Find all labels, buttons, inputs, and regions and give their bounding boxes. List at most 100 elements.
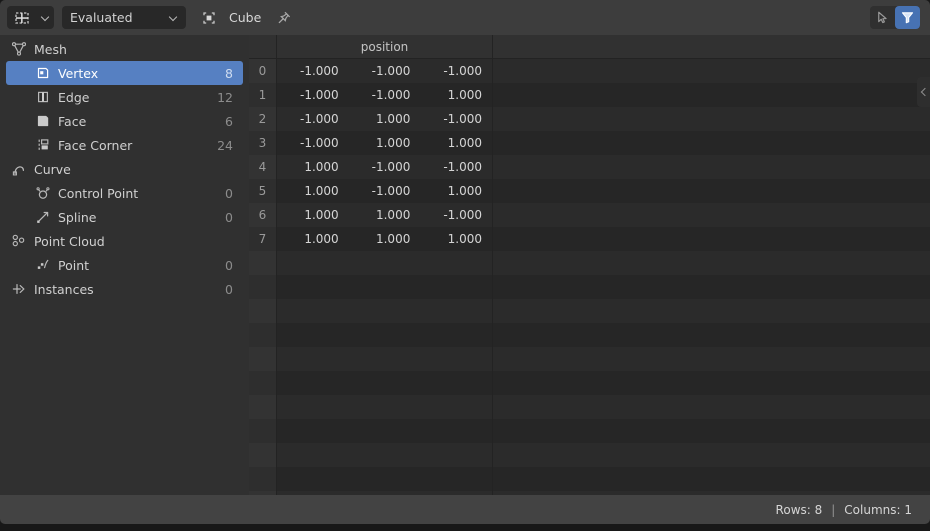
row-index-cell-empty: [249, 323, 277, 347]
position-value-cell: 1.000: [277, 203, 349, 227]
position-value-cell: -1.000: [420, 107, 493, 131]
object-data-icon: [200, 9, 218, 27]
index-column-header: [249, 35, 277, 58]
table-row[interactable]: 2 -1.000 1.000 -1.000: [249, 107, 930, 131]
sidebar-item-label: Control Point: [58, 185, 139, 201]
sidebar-item-count: 0: [225, 257, 233, 273]
table-body: 0 -1.000 -1.000 -1.000 1 -1.000 -1.000 1.000 2 -1…: [249, 59, 930, 495]
chevron-left-icon: [920, 87, 929, 97]
filter-funnel-icon: [901, 12, 914, 24]
sidebar-item-control-point[interactable]: Control Point 0: [6, 181, 243, 205]
position-value-cell-empty: [348, 443, 421, 467]
position-value-cell-empty: [348, 323, 421, 347]
position-value-cell-empty: [420, 275, 493, 299]
position-value-cell-empty: [348, 275, 421, 299]
sidebar-item-curve[interactable]: Curve: [6, 157, 243, 181]
row-empty-area: [493, 227, 930, 251]
row-empty-area: [493, 323, 930, 347]
spreadsheet-editor-icon: [13, 9, 31, 27]
position-value-cell-empty: [348, 371, 421, 395]
row-index-cell: 1: [249, 83, 277, 107]
table-row[interactable]: 0 -1.000 -1.000 -1.000: [249, 59, 930, 83]
position-value-cell: 1.000: [348, 203, 421, 227]
position-value-cell: 1.000: [277, 155, 349, 179]
table-row[interactable]: 4 1.000 -1.000 -1.000: [249, 155, 930, 179]
row-empty-area: [493, 467, 930, 491]
position-value-cell-empty: [277, 419, 349, 443]
sidebar-item-label: Instances: [34, 281, 94, 297]
row-index-cell-empty: [249, 251, 277, 275]
position-value-cell: 1.000: [420, 131, 493, 155]
sidebar-item-label: Spline: [58, 209, 97, 225]
empty-column-header: [493, 35, 930, 58]
position-value-cell-empty: [348, 419, 421, 443]
edge-icon: [34, 88, 52, 106]
table-row[interactable]: 6 1.000 1.000 -1.000: [249, 203, 930, 227]
position-value-cell: -1.000: [420, 155, 493, 179]
row-index-cell: 2: [249, 107, 277, 131]
row-index-cell-empty: [249, 275, 277, 299]
mesh-data-icon: [10, 40, 28, 58]
position-value-cell: -1.000: [277, 59, 349, 83]
pinned-object-display[interactable]: Cube: [200, 9, 261, 27]
sidebar-item-count: 0: [225, 185, 233, 201]
position-cell-group-empty: [277, 275, 493, 299]
position-value-cell-empty: [277, 467, 349, 491]
sidebar-item-vertex[interactable]: Vertex 8: [6, 61, 243, 85]
spreadsheet-editor: Evaluated Cube Mesh Vertex 8 Edge 12 Fac…: [0, 0, 930, 531]
point-cloud-icon: [10, 232, 28, 250]
pin-button[interactable]: [274, 8, 294, 28]
row-empty-area: [493, 59, 930, 83]
sidebar-item-point-cloud[interactable]: Point Cloud: [6, 229, 243, 253]
sidebar-item-count: 8: [225, 65, 233, 81]
sidebar-collapse-tab[interactable]: [917, 77, 930, 107]
table-row-empty: [249, 371, 930, 395]
row-index-cell-empty: [249, 299, 277, 323]
control-point-icon: [34, 184, 52, 202]
table-row[interactable]: 1 -1.000 -1.000 1.000: [249, 83, 930, 107]
position-value-cell: 1.000: [420, 227, 493, 251]
sidebar-item-face-corner[interactable]: Face Corner 24: [6, 133, 243, 157]
filter-toggle[interactable]: [895, 6, 920, 29]
table-row-empty: [249, 347, 930, 371]
sidebar-item-spline[interactable]: Spline 0: [6, 205, 243, 229]
position-value-cell-empty: [277, 323, 349, 347]
position-cell-group: 1.000 1.000 -1.000: [277, 203, 493, 227]
editor-type-chevron-down-icon: [41, 13, 50, 22]
cursor-select-toggle[interactable]: [870, 6, 895, 29]
position-value-cell: 1.000: [348, 227, 421, 251]
table-row[interactable]: 5 1.000 -1.000 1.000: [249, 179, 930, 203]
dataset-mode-dropdown[interactable]: Evaluated: [62, 6, 186, 29]
position-cell-group: 1.000 1.000 1.000: [277, 227, 493, 251]
point-icon: [34, 256, 52, 274]
row-index-cell-empty: [249, 467, 277, 491]
position-value-cell: -1.000: [348, 59, 421, 83]
header-toggle-group: [870, 6, 920, 29]
position-value-cell: 1.000: [348, 131, 421, 155]
sidebar-item-count: 0: [225, 281, 233, 297]
vertex-icon: [34, 64, 52, 82]
row-empty-area: [493, 395, 930, 419]
sidebar-item-mesh[interactable]: Mesh: [6, 37, 243, 61]
column-header-position[interactable]: position: [277, 35, 493, 58]
row-empty-area: [493, 275, 930, 299]
row-index-cell: 4: [249, 155, 277, 179]
sidebar-item-instances[interactable]: Instances 0: [6, 277, 243, 301]
face-corner-icon: [34, 136, 52, 154]
position-value-cell: -1.000: [348, 83, 421, 107]
editor-type-button[interactable]: [7, 6, 54, 29]
sidebar-item-label: Edge: [58, 89, 90, 105]
table-row-empty: [249, 395, 930, 419]
sidebar-item-edge[interactable]: Edge 12: [6, 85, 243, 109]
position-value-cell-empty: [277, 299, 349, 323]
sidebar-item-face[interactable]: Face 6: [6, 109, 243, 133]
position-value-cell: 1.000: [277, 179, 349, 203]
sidebar-item-point[interactable]: Point 0: [6, 253, 243, 277]
table-row[interactable]: 7 1.000 1.000 1.000: [249, 227, 930, 251]
sidebar-item-count: 12: [217, 89, 233, 105]
sidebar-item-count: 0: [225, 209, 233, 225]
table-row-empty: [249, 467, 930, 491]
table-row[interactable]: 3 -1.000 1.000 1.000: [249, 131, 930, 155]
instances-icon: [10, 280, 28, 298]
position-value-cell-empty: [277, 275, 349, 299]
